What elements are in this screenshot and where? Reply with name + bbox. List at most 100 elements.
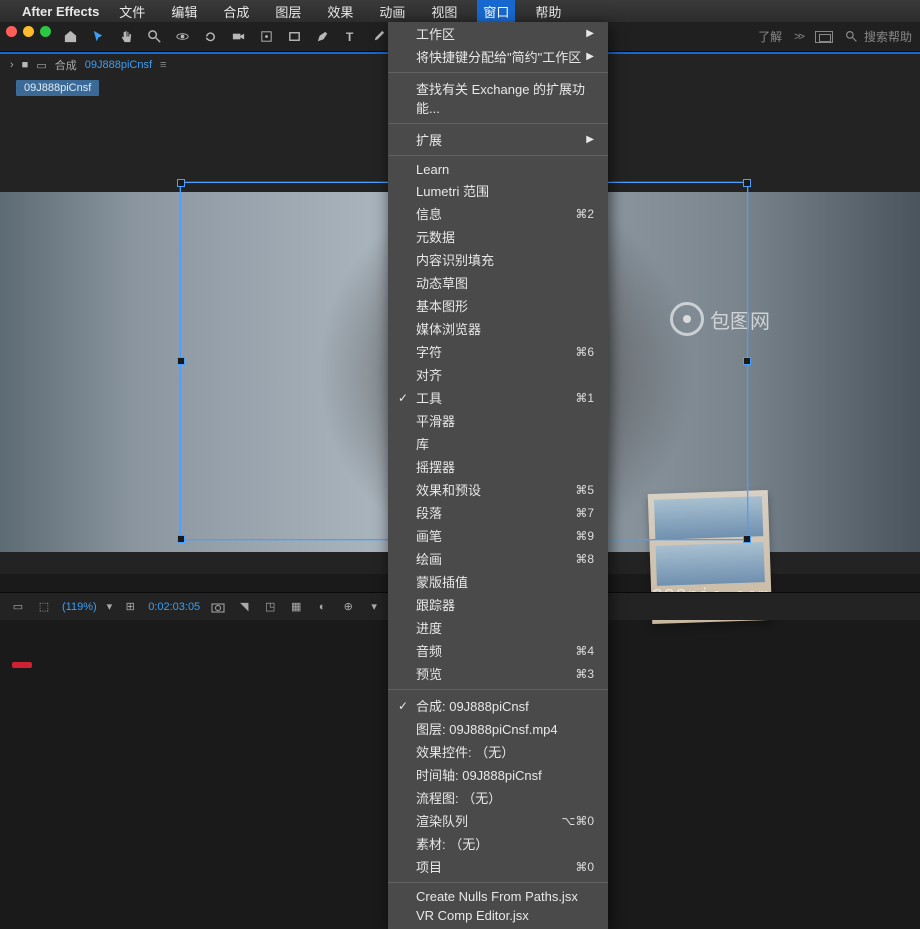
menu-item[interactable]: 字符⌘6 [388,340,608,363]
resolution-icon[interactable]: ⊞ [122,599,138,615]
submenu-arrow-icon: ▶ [586,51,594,62]
text-tool-icon[interactable]: T [340,27,360,47]
menu-item[interactable]: 内容识别填充 [388,248,608,271]
menu-item[interactable]: Create Nulls From Paths.jsx [388,887,608,906]
menu-item-label: 平滑器 [416,411,455,430]
workspace-icon[interactable] [815,31,833,43]
timecode-icon[interactable]: ⊕ [340,599,356,615]
home-icon[interactable] [60,27,80,47]
menu-animation[interactable]: 动画 [373,0,411,23]
resize-handle[interactable] [177,535,185,543]
close-window-icon[interactable] [6,26,17,37]
flowchart-icon[interactable]: ▭ [36,59,46,72]
submenu-arrow-icon: ▶ [586,28,594,39]
breadcrumb-comp[interactable]: 09J888piCnsf [16,80,99,96]
overflow-icon[interactable]: >> [794,31,803,43]
show-snapshot-icon[interactable]: ◥ [236,599,252,615]
menu-item[interactable]: 音频⌘4 [388,639,608,662]
menu-item[interactable]: 效果控件: （无） [388,740,608,763]
resize-handle[interactable] [177,179,185,187]
menu-item-label: 基本图形 [416,296,468,315]
resize-handle[interactable] [743,535,751,543]
menu-item[interactable]: 流程图: （无） [388,786,608,809]
menu-item[interactable]: 渲染队列⌥⌘0 [388,809,608,832]
menu-view[interactable]: 视图 [425,0,463,23]
resize-handle[interactable] [743,357,751,365]
menu-item[interactable]: 画笔⌘9 [388,524,608,547]
submenu-arrow-icon: ▶ [586,134,594,145]
menu-item[interactable]: 项目⌘0 [388,855,608,878]
menu-item-label: 查找有关 Exchange 的扩展功能... [416,79,594,117]
maximize-window-icon[interactable] [40,26,51,37]
selection-tool-icon[interactable] [88,27,108,47]
menu-item[interactable]: 图层: 09J888piCnsf.mp4 [388,717,608,740]
comp-tab-name[interactable]: 09J888piCnsf [85,59,152,71]
resize-handle[interactable] [743,179,751,187]
chevron-right-icon[interactable]: › [10,59,14,71]
menu-item[interactable]: 预览⌘3 [388,662,608,685]
menu-item[interactable]: 元数据 [388,225,608,248]
anchor-point-tool-icon[interactable] [256,27,276,47]
rectangle-tool-icon[interactable] [284,27,304,47]
zoom-tool-icon[interactable] [144,27,164,47]
check-icon: ✓ [398,391,408,405]
learn-label[interactable]: 了解 [758,28,782,45]
orbit-tool-icon[interactable] [172,27,192,47]
menu-item[interactable]: Learn [388,160,608,179]
menu-item-label: 时间轴: 09J888piCnsf [416,765,542,784]
menu-composition[interactable]: 合成 [217,0,255,23]
menu-item[interactable]: 对齐 [388,363,608,386]
snapshot-icon[interactable] [210,599,226,615]
menu-edit[interactable]: 编辑 [165,0,203,23]
menu-item[interactable]: 素材: （无） [388,832,608,855]
menu-item[interactable]: 平滑器 [388,409,608,432]
menu-item[interactable]: 查找有关 Exchange 的扩展功能... [388,77,608,119]
mask-icon[interactable]: ◐ [314,599,330,615]
timecode-readout[interactable]: 0:02:03:05 [148,601,200,613]
menu-item[interactable]: 将快捷键分配给"简约"工作区▶ [388,45,608,68]
resize-handle[interactable] [177,357,185,365]
menu-item[interactable]: 扩展▶ [388,128,608,151]
3d-icon[interactable]: ▾ [366,599,382,615]
menu-item-label: 动态草图 [416,273,468,292]
menu-item[interactable]: 媒体浏览器 [388,317,608,340]
menu-item[interactable]: 效果和预设⌘5 [388,478,608,501]
pen-tool-icon[interactable] [312,27,332,47]
menu-item[interactable]: 摇摆器 [388,455,608,478]
tab-menu-icon[interactable]: ≡ [160,59,166,71]
rotation-tool-icon[interactable] [200,27,220,47]
menu-item[interactable]: 段落⌘7 [388,501,608,524]
menu-item-label: 效果和预设 [416,480,481,499]
menu-help[interactable]: 帮助 [529,0,567,23]
menu-window[interactable]: 窗口 [477,0,515,23]
region-icon[interactable]: ◳ [262,599,278,615]
menu-item[interactable]: VR Comp Editor.jsx [388,906,608,925]
menu-item[interactable]: 工作区 ▶ [388,22,608,45]
menu-item[interactable]: 库 [388,432,608,455]
menu-item[interactable]: 信息⌘2 [388,202,608,225]
camera-tool-icon[interactable] [228,27,248,47]
menu-layer[interactable]: 图层 [269,0,307,23]
menu-item[interactable]: Lumetri 范围 [388,179,608,202]
menu-item[interactable]: 跟踪器 [388,593,608,616]
menu-item[interactable]: 时间轴: 09J888piCnsf [388,763,608,786]
menu-item[interactable]: 蒙版插值 [388,570,608,593]
search-help[interactable]: 搜索帮助 [845,28,912,45]
menu-item[interactable]: 动态草图 [388,271,608,294]
menu-effect[interactable]: 效果 [321,0,359,23]
menu-item-label: 工作区 [416,24,455,43]
chain-icon[interactable]: ⬚ [36,599,52,615]
menu-item[interactable]: 基本图形 [388,294,608,317]
zoom-readout[interactable]: (119%) [62,601,97,613]
menu-item[interactable]: ✓工具⌘1 [388,386,608,409]
monitor-icon[interactable]: ▭ [10,599,26,615]
minimize-window-icon[interactable] [23,26,34,37]
menu-file[interactable]: 文件 [113,0,151,23]
menu-item[interactable]: 绘画⌘8 [388,547,608,570]
brush-tool-icon[interactable] [368,27,388,47]
timeline-marker[interactable] [12,662,32,668]
transparency-grid-icon[interactable]: ▦ [288,599,304,615]
hand-tool-icon[interactable] [116,27,136,47]
menu-item[interactable]: ✓合成: 09J888piCnsf [388,694,608,717]
menu-item-label: 项目 [416,857,442,876]
